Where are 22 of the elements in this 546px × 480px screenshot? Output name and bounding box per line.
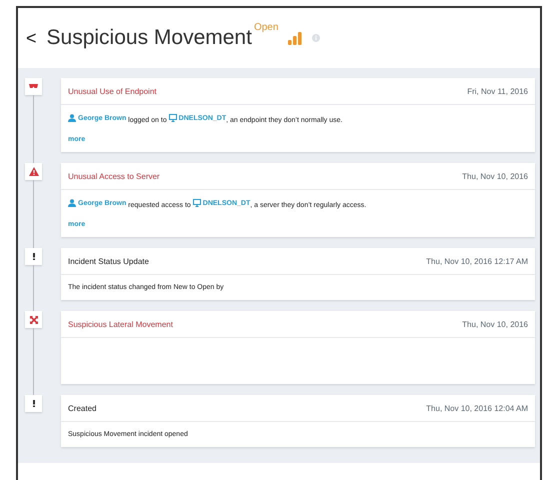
status-label: Open bbox=[254, 22, 278, 33]
warning-icon bbox=[28, 167, 38, 176]
user-icon bbox=[68, 114, 76, 122]
event-date: Thu, Nov 10, 2016 12:04 AM bbox=[426, 404, 528, 412]
mask-icon bbox=[29, 84, 38, 89]
user-icon bbox=[68, 199, 76, 207]
cross-arrows-icon bbox=[30, 316, 38, 324]
monitor-icon bbox=[168, 114, 177, 122]
info-icon[interactable] bbox=[312, 34, 320, 42]
severity-bars-icon bbox=[288, 32, 302, 44]
event-title: Suspicious Lateral Movement bbox=[68, 320, 173, 328]
event-title: Incident Status Update bbox=[68, 256, 149, 266]
event-date: Thu, Nov 10, 2016 bbox=[462, 320, 528, 328]
monitor-icon bbox=[192, 199, 201, 207]
event-title: Created bbox=[68, 404, 96, 412]
back-button[interactable]: < bbox=[26, 28, 37, 48]
event-date: Thu, Nov 10, 2016 12:17 AM bbox=[426, 256, 528, 266]
event-title: Unusual Access to Server bbox=[68, 172, 160, 180]
event-date: Thu, Nov 10, 2016 bbox=[462, 172, 528, 180]
event-date: Fri, Nov 11, 2016 bbox=[467, 86, 528, 96]
page-title: Suspicious Movement bbox=[46, 26, 252, 50]
event-title: Unusual Use of Endpoint bbox=[68, 86, 156, 96]
